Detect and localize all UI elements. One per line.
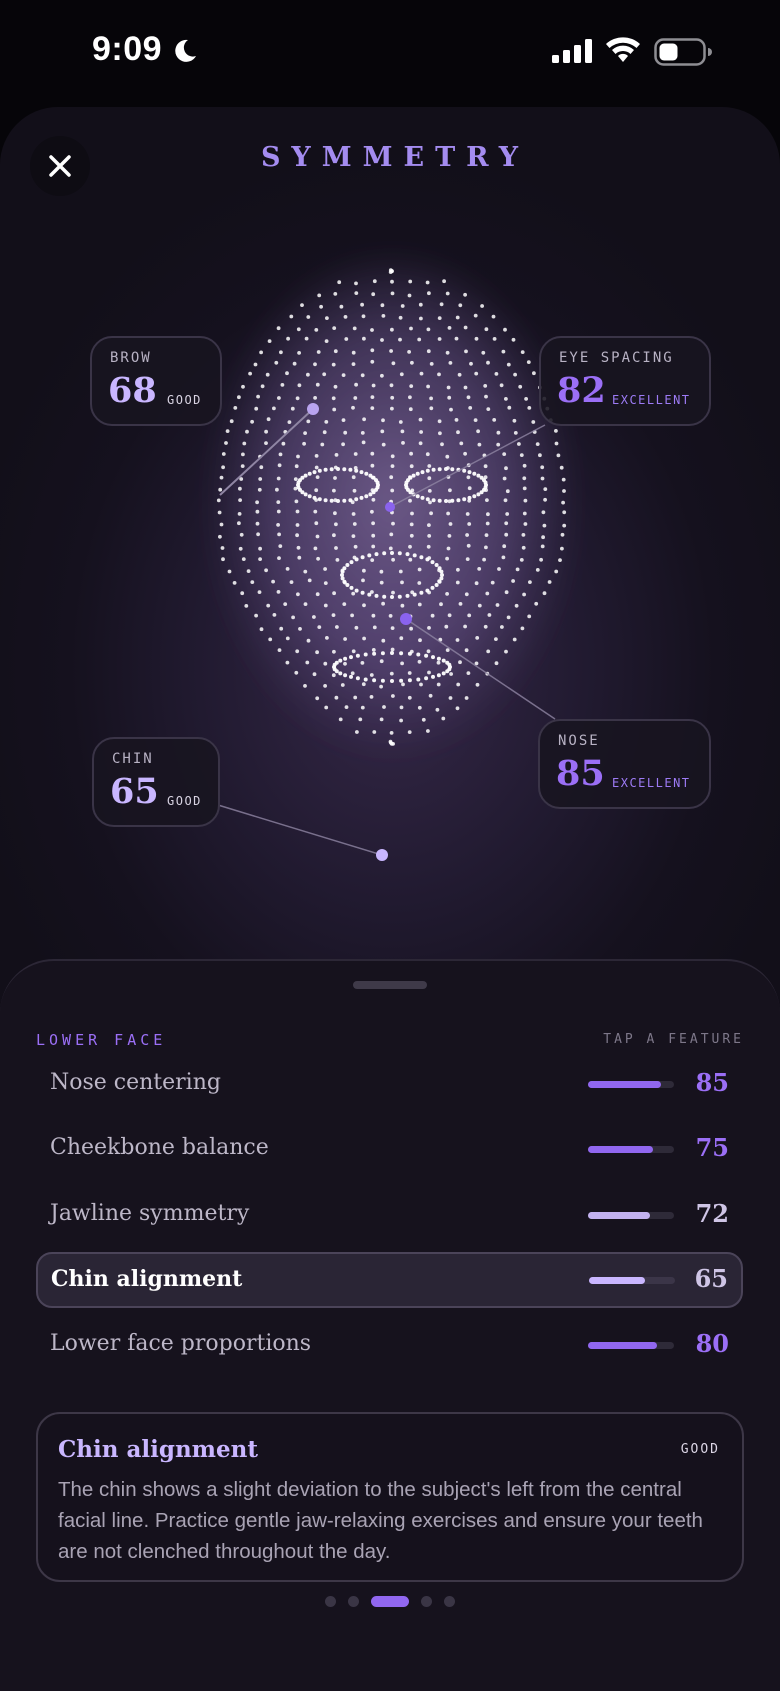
status-time: 9:09 bbox=[92, 30, 163, 68]
nose-metric-card[interactable]: NOSE 85 EXCELLENT bbox=[538, 719, 711, 809]
pagination-dots bbox=[0, 1596, 780, 1612]
feature-score: 80 bbox=[695, 1329, 729, 1358]
feature-bar-fill bbox=[588, 1212, 650, 1219]
feature-bar-fill bbox=[588, 1081, 662, 1088]
brow-value: 68 bbox=[108, 370, 157, 411]
chin-label: CHIN bbox=[112, 751, 154, 767]
chin-point[interactable] bbox=[376, 849, 388, 861]
page-dot[interactable] bbox=[348, 1596, 359, 1607]
section-label: LOWER FACE bbox=[36, 1031, 167, 1049]
feature-bar bbox=[588, 1342, 674, 1349]
status-bar: 9:09 bbox=[0, 0, 780, 100]
feature-row-cheekbone-balance[interactable]: Cheekbone balance 75 bbox=[36, 1121, 743, 1177]
eye-spacing-label: EYE SPACING bbox=[559, 350, 674, 366]
feature-row-jawline-symmetry[interactable]: Jawline symmetry 72 bbox=[36, 1187, 743, 1243]
feature-row-nose-centering[interactable]: Nose centering 85 bbox=[36, 1056, 743, 1112]
nose-value: 85 bbox=[556, 753, 605, 794]
page-dot[interactable] bbox=[421, 1596, 432, 1607]
wifi-icon bbox=[606, 37, 640, 62]
brow-point[interactable] bbox=[307, 403, 319, 415]
feature-score: 65 bbox=[694, 1264, 728, 1293]
section-hint: TAP A FEATURE bbox=[603, 1032, 744, 1047]
feature-score: 75 bbox=[695, 1133, 729, 1162]
feature-name: Nose centering bbox=[50, 1070, 221, 1095]
feature-row-chin-alignment[interactable]: Chin alignment 65 bbox=[36, 1252, 743, 1308]
chin-metric-card[interactable]: CHIN 65 GOOD bbox=[92, 737, 220, 827]
eye-spacing-rating: EXCELLENT bbox=[612, 393, 691, 407]
detail-body: The chin shows a slight deviation to the… bbox=[58, 1478, 703, 1563]
feature-bar-fill bbox=[588, 1146, 653, 1153]
feature-bar bbox=[589, 1277, 675, 1284]
page-dot[interactable] bbox=[444, 1596, 455, 1607]
feature-row-lower-face-proportions[interactable]: Lower face proportions 80 bbox=[36, 1317, 743, 1373]
feature-score: 72 bbox=[695, 1199, 729, 1228]
page-dot-active[interactable] bbox=[371, 1596, 409, 1607]
nose-rating: EXCELLENT bbox=[612, 776, 691, 790]
chin-value: 65 bbox=[110, 771, 159, 812]
feature-bar bbox=[588, 1081, 674, 1088]
brow-rating: GOOD bbox=[167, 393, 202, 407]
feature-name: Lower face proportions bbox=[50, 1331, 312, 1356]
feature-bar bbox=[588, 1212, 674, 1219]
brow-label: BROW bbox=[110, 350, 152, 366]
eye-spacing-metric-card[interactable]: EYE SPACING 82 EXCELLENT bbox=[539, 336, 711, 426]
brow-metric-card[interactable]: BROW 68 GOOD bbox=[90, 336, 222, 426]
moon-icon bbox=[175, 39, 196, 62]
eye-point[interactable] bbox=[385, 502, 395, 512]
signal-icon bbox=[552, 39, 592, 63]
battery-icon bbox=[654, 38, 712, 66]
feature-bar bbox=[588, 1146, 674, 1153]
sheet-handle[interactable] bbox=[353, 981, 427, 989]
feature-name: Chin alignment bbox=[51, 1266, 243, 1292]
feature-score: 85 bbox=[695, 1068, 729, 1097]
feature-name: Jawline symmetry bbox=[50, 1201, 250, 1226]
detail-title: Chin alignment bbox=[58, 1436, 258, 1463]
feature-bar-fill bbox=[589, 1277, 645, 1284]
page-dot[interactable] bbox=[325, 1596, 336, 1607]
detail-rating: GOOD bbox=[680, 1442, 720, 1457]
feature-detail-card: Chin alignment GOOD The chin shows a sli… bbox=[36, 1412, 744, 1582]
nose-point[interactable] bbox=[400, 613, 412, 625]
eye-spacing-value: 82 bbox=[557, 370, 606, 411]
chin-rating: GOOD bbox=[167, 794, 202, 808]
feature-name: Cheekbone balance bbox=[50, 1135, 269, 1160]
feature-bar-fill bbox=[588, 1342, 657, 1349]
nose-label: NOSE bbox=[558, 733, 600, 749]
